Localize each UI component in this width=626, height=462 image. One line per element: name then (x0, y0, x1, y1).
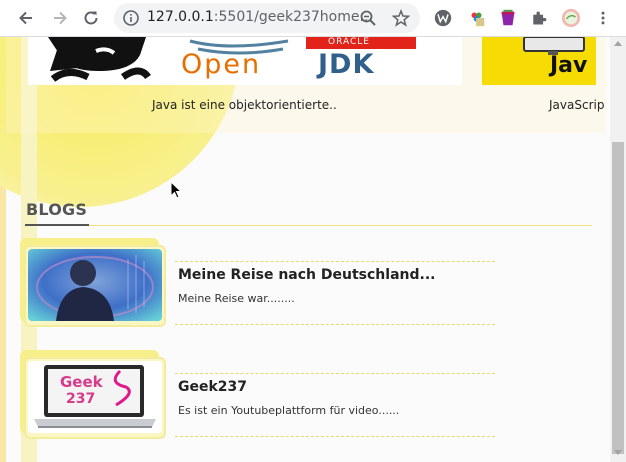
profile-avatar-button[interactable] (560, 7, 582, 29)
wordtune-extension-button[interactable] (432, 7, 454, 29)
star-icon[interactable] (392, 9, 410, 27)
blogs-divider (25, 225, 592, 226)
bucket-extension-button[interactable] (497, 7, 519, 29)
blog-title[interactable]: Meine Reise nach Deutschland... (178, 267, 435, 283)
url-path: :5501/geek237home... (213, 9, 373, 25)
scroll-down-arrow-icon[interactable] (614, 450, 622, 455)
back-button[interactable] (15, 7, 37, 29)
url-text[interactable]: 127.0.0.1:5501/geek237home... (147, 9, 373, 25)
blogs-heading: BLOGS (26, 200, 88, 219)
blog-title[interactable]: Geek237 (178, 379, 247, 395)
chrome-menu-button[interactable] (592, 7, 614, 29)
blog-divider-bottom (175, 324, 495, 325)
scroll-up-arrow-icon[interactable] (614, 41, 622, 46)
js-logo-text: Jav (550, 53, 588, 78)
kebab-menu-icon (601, 11, 605, 25)
blogs-heading-underline (25, 224, 89, 226)
reload-button[interactable] (80, 7, 102, 29)
person-photo-icon (28, 249, 162, 321)
vertical-scrollbar[interactable] (610, 37, 626, 462)
address-bar[interactable]: 127.0.0.1:5501/geek237home... (114, 3, 420, 33)
mouse-cursor-icon (170, 181, 182, 199)
color-wheel-icon (471, 12, 485, 27)
blog-divider-top (175, 261, 495, 262)
blog-item[interactable]: Geek 237 Geek237 Es ist ein Youtubeplatt… (20, 350, 495, 440)
info-icon[interactable] (122, 9, 140, 27)
jdk-text: JDK (318, 49, 375, 80)
page-viewport: ORACLE Open JDK Jav Java ist eine objekt… (0, 37, 610, 462)
javascript-card-caption[interactable]: JavaScrip (549, 98, 604, 112)
zoom-icon[interactable] (359, 9, 377, 27)
blog-item[interactable]: Meine Reise nach Deutschland... Meine Re… (20, 238, 495, 328)
blog-excerpt: Es ist ein Youtubeplattform für video...… (178, 404, 400, 417)
blog-thumbnail-person-photo[interactable] (28, 249, 162, 321)
scrollbar-thumb[interactable] (612, 142, 624, 454)
blog-divider-top (175, 373, 495, 374)
oracle-text: ORACLE (328, 37, 370, 47)
blog-excerpt: Meine Reise war........ (178, 292, 295, 305)
arrow-left-icon (19, 11, 32, 25)
color-picker-extension-button[interactable] (466, 7, 488, 29)
geek-237-text: 237 (66, 391, 96, 407)
forward-button[interactable] (49, 7, 71, 29)
arrow-right-icon (54, 11, 67, 25)
java-card-caption[interactable]: Java ist eine objektorientierte.. (152, 98, 337, 112)
reload-icon (84, 11, 98, 25)
browser-toolbar: 127.0.0.1:5501/geek237home... (0, 0, 626, 37)
puzzle-icon (533, 11, 547, 25)
blog-thumbnail-geek237[interactable]: Geek 237 (28, 361, 162, 433)
bucket-icon (501, 9, 515, 26)
geek-logo-text: Geek (60, 373, 103, 391)
blog-divider-bottom (175, 436, 495, 437)
extensions-button[interactable] (528, 7, 550, 29)
w-circle-icon (434, 9, 452, 27)
avatar-icon (561, 8, 581, 28)
url-host: 127.0.0.1 (147, 9, 214, 25)
javascript-card-image[interactable]: Jav (482, 37, 596, 85)
java-card-image[interactable]: ORACLE Open JDK (28, 37, 462, 85)
open-text: Open (181, 49, 262, 80)
